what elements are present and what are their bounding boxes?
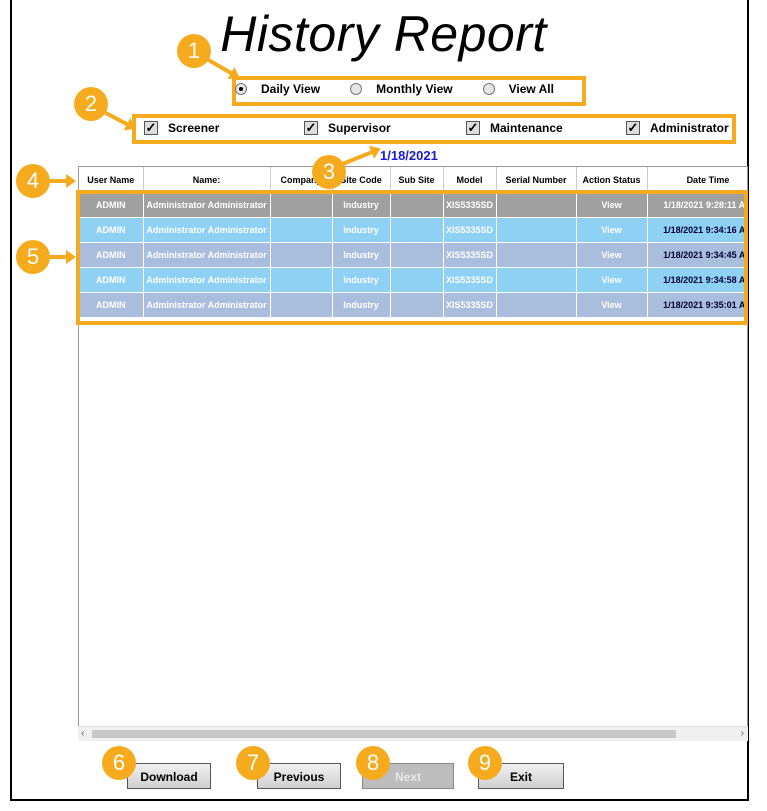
checkmark-icon: ✓ <box>144 120 158 135</box>
table-header-row: User Name Name: Company Site Code Sub Si… <box>79 167 747 193</box>
screener-checkbox[interactable]: ✓ Screener <box>144 121 219 135</box>
view-all-radio[interactable]: View All <box>482 82 554 96</box>
view-radio-group: Daily View Monthly View View All <box>235 82 584 96</box>
monthly-view-radio[interactable]: Monthly View <box>350 82 453 96</box>
radio-icon <box>350 83 363 95</box>
callout-arrow <box>48 250 76 264</box>
column-header[interactable]: Name: <box>143 167 271 193</box>
callout-arrow <box>48 174 76 188</box>
monthly-view-label: Monthly View <box>376 82 453 96</box>
page-title: History Report <box>220 6 547 62</box>
previous-button[interactable]: Previous <box>257 763 341 789</box>
column-header[interactable]: Model <box>443 167 497 193</box>
checkmark-icon: ✓ <box>466 120 480 135</box>
checkmark-icon: ✓ <box>304 120 318 135</box>
callout-badge: 1 <box>177 34 211 68</box>
column-header[interactable]: User Name <box>79 167 144 193</box>
report-date: 1/18/2021 <box>380 148 438 163</box>
maintenance-checkbox[interactable]: ✓ Maintenance <box>466 121 563 135</box>
daily-view-label: Daily View <box>261 82 321 96</box>
radio-icon <box>482 83 495 95</box>
callout-badge: 7 <box>236 746 270 780</box>
horizontal-scrollbar[interactable]: ‹ › <box>78 726 748 741</box>
column-header[interactable]: Sub Site <box>390 167 444 193</box>
administrator-label: Administrator <box>650 121 729 135</box>
scroll-left-icon[interactable]: ‹ <box>81 727 84 741</box>
callout-badge: 8 <box>356 746 390 780</box>
scrollbar-thumb[interactable] <box>92 730 676 738</box>
screener-label: Screener <box>168 121 220 135</box>
administrator-checkbox[interactable]: ✓ Administrator <box>626 121 729 135</box>
checkmark-icon: ✓ <box>626 120 640 135</box>
daily-view-radio[interactable]: Daily View <box>235 82 320 96</box>
callout-box-rows <box>76 190 748 325</box>
supervisor-checkbox[interactable]: ✓ Supervisor <box>304 121 391 135</box>
column-header[interactable]: Date Time <box>647 167 747 193</box>
supervisor-label: Supervisor <box>328 121 391 135</box>
download-button[interactable]: Download <box>127 763 211 789</box>
callout-badge: 3 <box>312 155 346 189</box>
callout-badge: 6 <box>102 746 136 780</box>
callout-badge: 9 <box>468 746 502 780</box>
scroll-right-icon[interactable]: › <box>741 727 744 741</box>
view-all-label: View All <box>508 82 554 96</box>
column-header[interactable]: Serial Number <box>496 167 577 193</box>
callout-badge: 4 <box>16 164 50 198</box>
maintenance-label: Maintenance <box>490 121 563 135</box>
callout-badge: 5 <box>16 240 50 274</box>
radio-selected-icon <box>235 83 247 95</box>
column-header[interactable]: Action Status <box>576 167 648 193</box>
callout-badge: 2 <box>74 87 108 121</box>
